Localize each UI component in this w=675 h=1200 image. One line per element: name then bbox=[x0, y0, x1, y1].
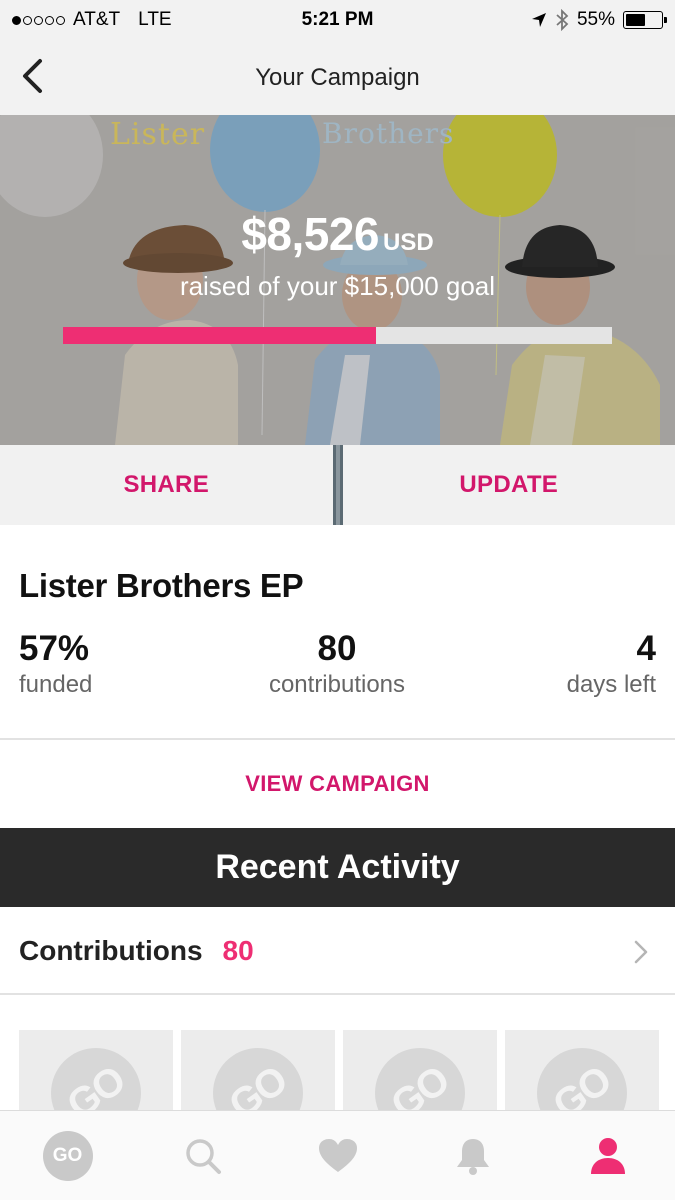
navigation-bar: Your Campaign bbox=[0, 40, 675, 115]
amount-raised: $8,526 USD bbox=[0, 207, 675, 261]
back-button[interactable] bbox=[12, 56, 52, 96]
tab-search[interactable] bbox=[163, 1116, 243, 1196]
view-campaign-button[interactable]: VIEW CAMPAIGN bbox=[0, 740, 675, 828]
battery-level bbox=[626, 14, 645, 26]
funding-progress-fill bbox=[63, 327, 376, 344]
stat-contributions: 80 contributions bbox=[237, 629, 437, 699]
go-placeholder-icon: GO bbox=[537, 1048, 627, 1115]
amount-value: $8,526 bbox=[241, 208, 380, 260]
heart-icon bbox=[318, 1138, 357, 1172]
tab-favorites[interactable] bbox=[298, 1116, 378, 1196]
carrier-name: AT&T bbox=[73, 9, 121, 30]
contributor-avatar[interactable]: GO bbox=[505, 1030, 659, 1115]
chevron-left-icon bbox=[23, 59, 42, 93]
contributions-row-count: 80 bbox=[222, 935, 254, 966]
divider bbox=[0, 993, 675, 995]
contributor-list: GO GO GO GO bbox=[19, 1030, 659, 1115]
hero-brand-right: Brothers bbox=[322, 117, 455, 150]
status-right: 55% bbox=[423, 9, 667, 31]
contributor-avatar[interactable]: GO bbox=[343, 1030, 497, 1115]
tab-profile[interactable] bbox=[568, 1116, 648, 1196]
action-divider bbox=[332, 445, 343, 525]
clock: 5:21 PM bbox=[301, 9, 374, 30]
search-icon bbox=[185, 1138, 221, 1174]
tab-bar: GO bbox=[0, 1110, 675, 1200]
go-logo-icon: GO bbox=[42, 1130, 93, 1181]
signal-icon bbox=[12, 15, 65, 25]
campaign-summary: Lister Brothers EP 57% funded 80 contrib… bbox=[0, 525, 675, 740]
bluetooth-icon bbox=[556, 9, 569, 31]
funding-progress-bar bbox=[63, 327, 612, 344]
campaign-actions: SHARE UPDATE bbox=[0, 445, 675, 525]
days-left-value: 4 bbox=[636, 629, 656, 668]
hero-brand-left: Lister bbox=[110, 117, 206, 152]
go-placeholder-icon: GO bbox=[375, 1048, 465, 1115]
campaign-title: Lister Brothers EP bbox=[19, 567, 304, 604]
status-bar: AT&T LTE 5:21 PM 55% bbox=[0, 0, 675, 40]
days-left-label: days left bbox=[566, 671, 656, 698]
funded-value: 57% bbox=[19, 629, 90, 668]
stat-funded: 57% funded bbox=[19, 629, 92, 699]
go-placeholder-icon: GO bbox=[213, 1048, 303, 1115]
stat-days-left: 4 days left bbox=[567, 629, 656, 699]
status-left: AT&T LTE bbox=[12, 9, 252, 31]
contributions-row-label: Contributions bbox=[19, 935, 203, 966]
bell-icon bbox=[456, 1138, 489, 1175]
chevron-right-icon bbox=[634, 940, 648, 964]
contributions-row[interactable]: Contributions 80 bbox=[0, 907, 675, 995]
contributor-avatar[interactable]: GO bbox=[181, 1030, 335, 1115]
share-button[interactable]: SHARE bbox=[0, 445, 333, 525]
contributor-avatar[interactable]: GO bbox=[19, 1030, 173, 1115]
tab-home[interactable]: GO bbox=[28, 1116, 108, 1196]
goal-subtitle: raised of your $15,000 goal bbox=[179, 271, 496, 301]
network-type: LTE bbox=[138, 9, 172, 30]
campaign-hero-image: Lister Brothers $8,526 USD raised of your… bbox=[0, 115, 675, 445]
funded-label: funded bbox=[19, 671, 93, 698]
go-placeholder-icon: GO bbox=[51, 1048, 141, 1115]
battery-percent: 55% bbox=[576, 9, 615, 30]
recent-activity-header: Recent Activity bbox=[0, 828, 675, 907]
contributions-label: contributions bbox=[268, 671, 406, 698]
tab-notifications[interactable] bbox=[433, 1116, 513, 1196]
page-title: Your Campaign bbox=[255, 63, 420, 91]
update-button[interactable]: UPDATE bbox=[343, 445, 675, 525]
contributions-value: 80 bbox=[317, 629, 357, 668]
location-arrow-icon bbox=[531, 13, 546, 27]
person-icon bbox=[590, 1137, 625, 1174]
battery-icon bbox=[623, 11, 667, 29]
amount-currency: USD bbox=[383, 229, 434, 256]
